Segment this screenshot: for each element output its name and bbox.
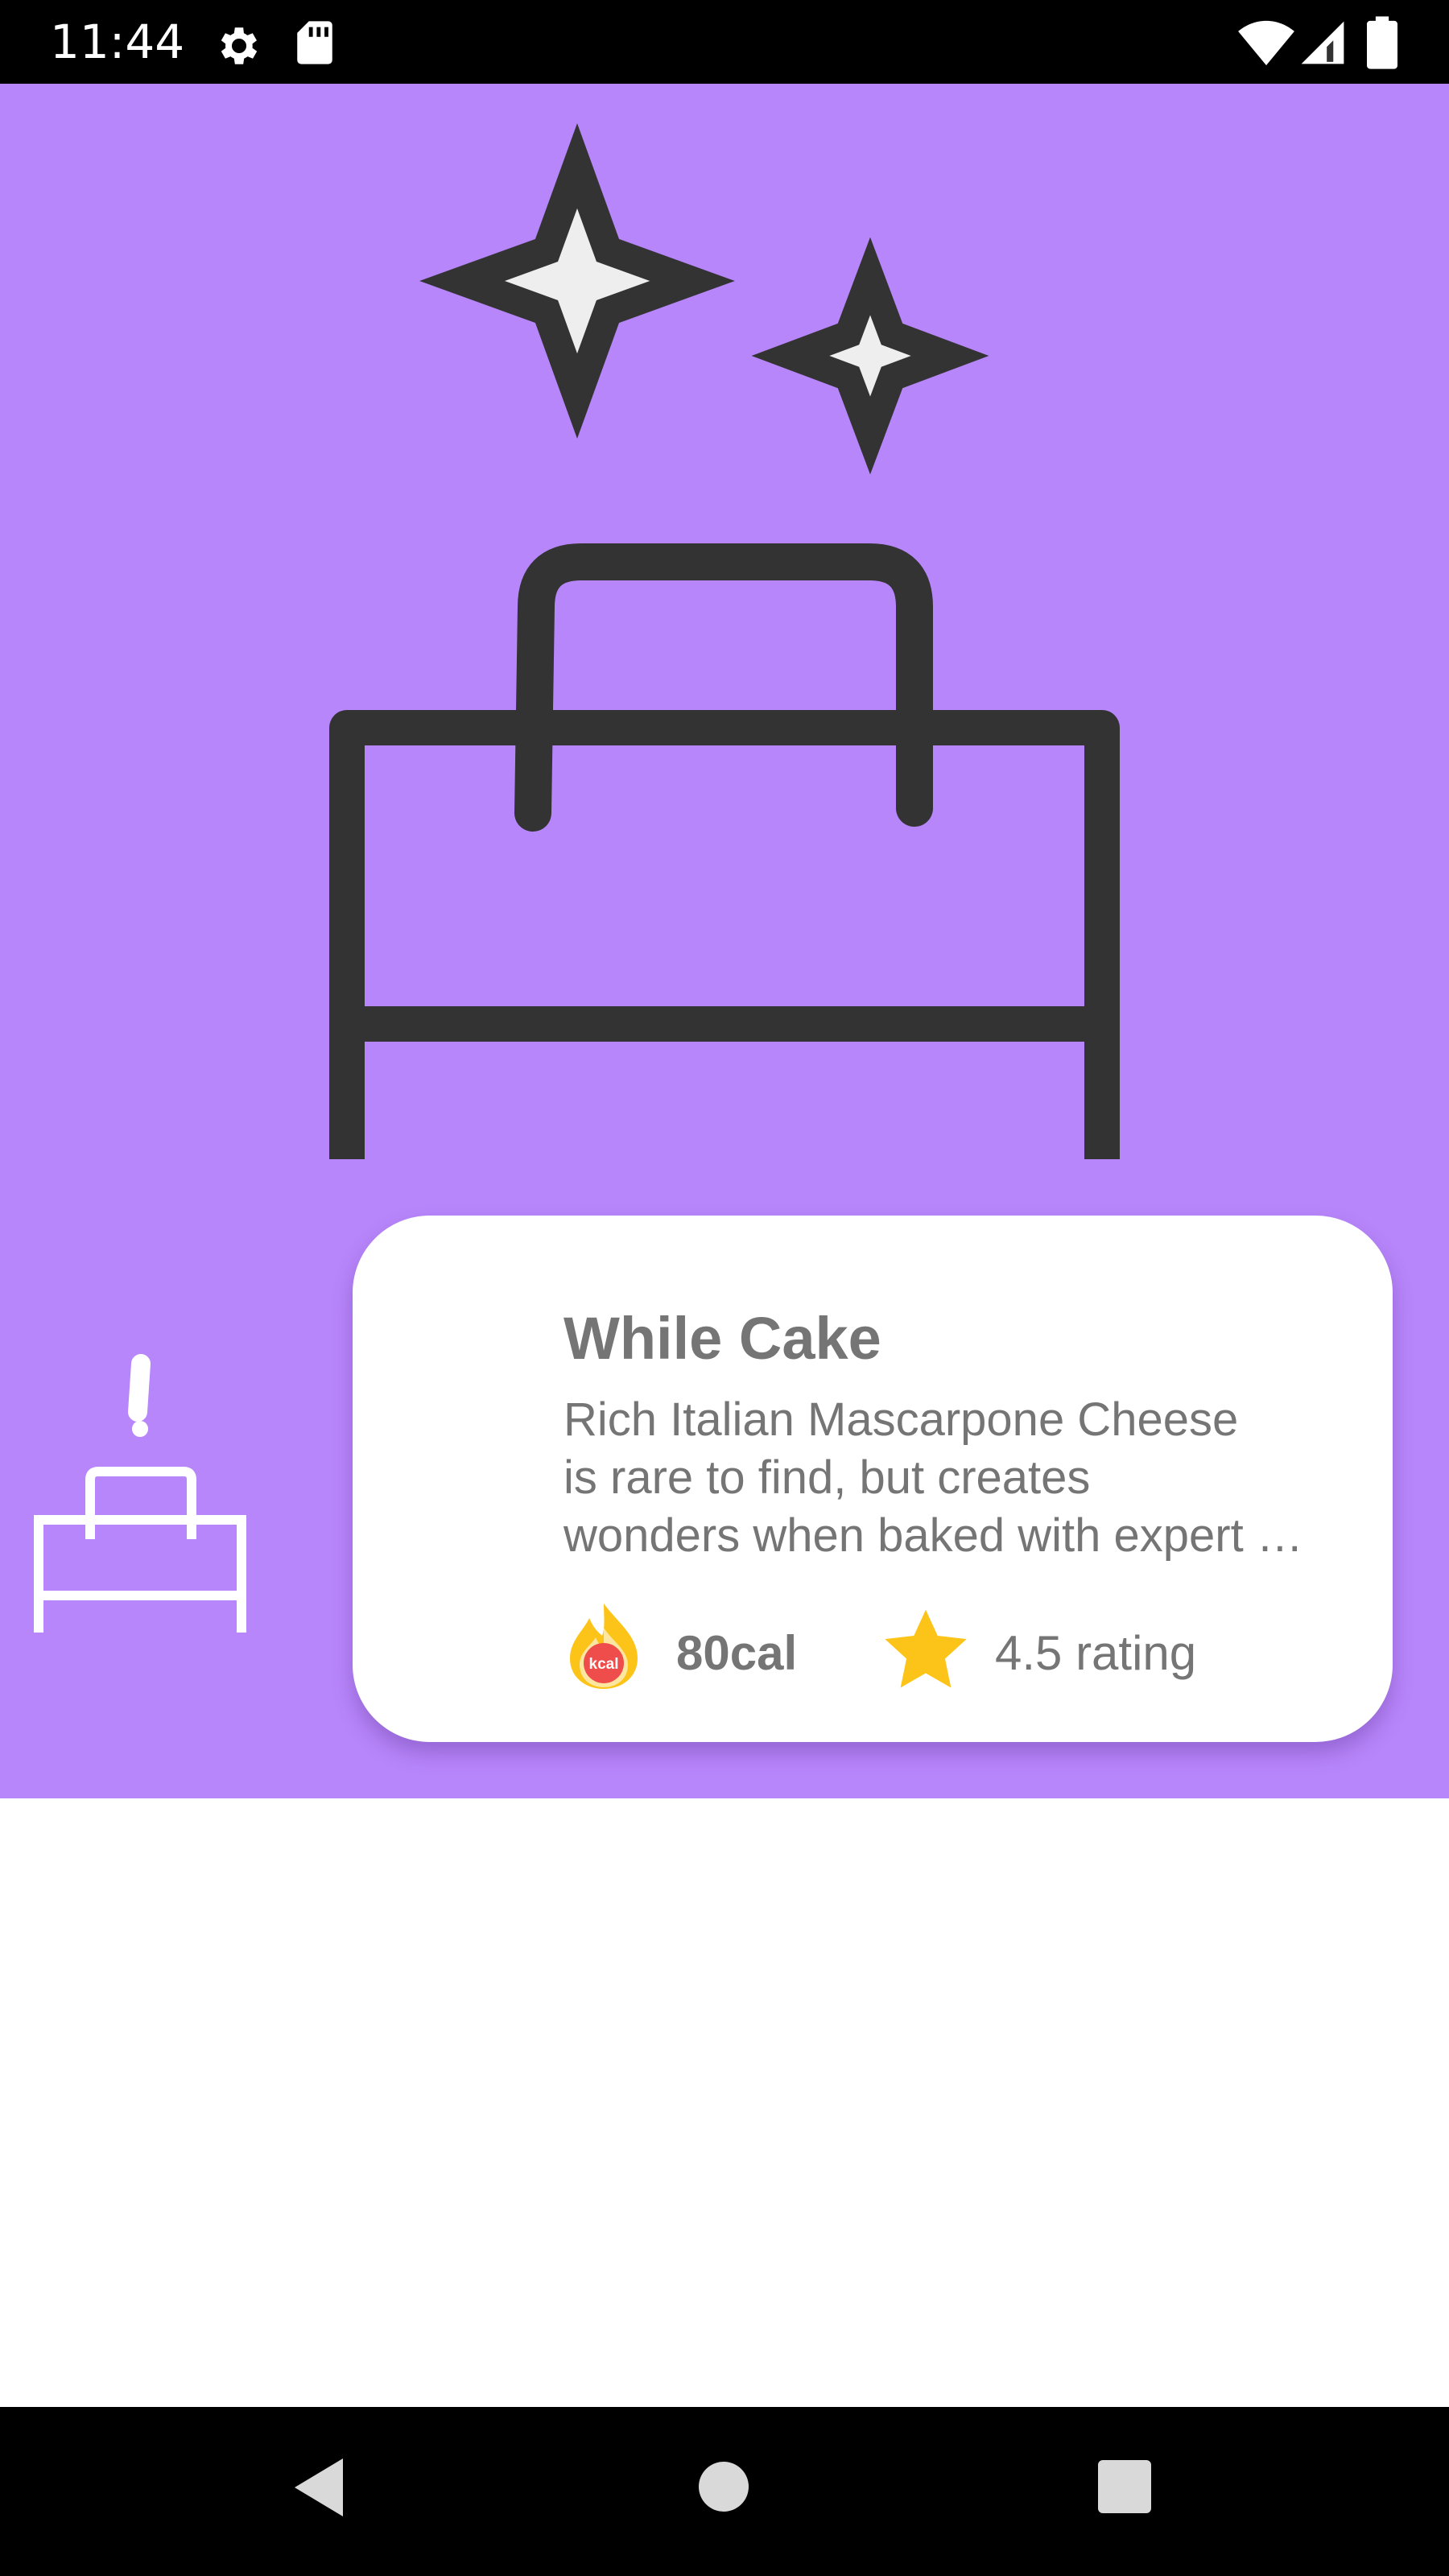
sd-card-icon	[297, 21, 332, 64]
battery-icon	[1367, 16, 1397, 69]
rating-value: 4.5 rating	[995, 1626, 1197, 1680]
kcal-flame-icon: kcal	[570, 1604, 638, 1689]
navigation-bar	[0, 2407, 1449, 2576]
cellular-signal-icon	[1301, 21, 1344, 64]
item-card[interactable]: While Cake Rich Italian Mascarpone Chees…	[353, 1216, 1393, 1742]
item-title: While Cake	[564, 1305, 881, 1372]
home-icon[interactable]	[697, 2460, 750, 2513]
wifi-icon	[1238, 20, 1294, 66]
cake-alert-icon	[34, 1354, 246, 1633]
status-bar: 11:44	[0, 0, 1449, 84]
status-time: 11:44	[50, 14, 185, 69]
svg-text:kcal: kcal	[589, 1656, 619, 1673]
star-icon	[885, 1609, 967, 1688]
back-icon[interactable]	[290, 2455, 346, 2520]
description-line: wonders when baked with expert …	[564, 1509, 1303, 1562]
item-description: Rich Italian Mascarpone Cheese is rare t…	[564, 1391, 1368, 1565]
gear-icon	[221, 27, 258, 64]
cake-icon	[329, 543, 1120, 1159]
calories-value: 80cal	[676, 1626, 798, 1680]
description-line: Rich Italian Mascarpone Cheese	[564, 1393, 1239, 1446]
description-line: is rare to find, but creates	[564, 1451, 1091, 1504]
recents-icon[interactable]	[1098, 2460, 1151, 2513]
sparkle-icon	[419, 123, 989, 475]
